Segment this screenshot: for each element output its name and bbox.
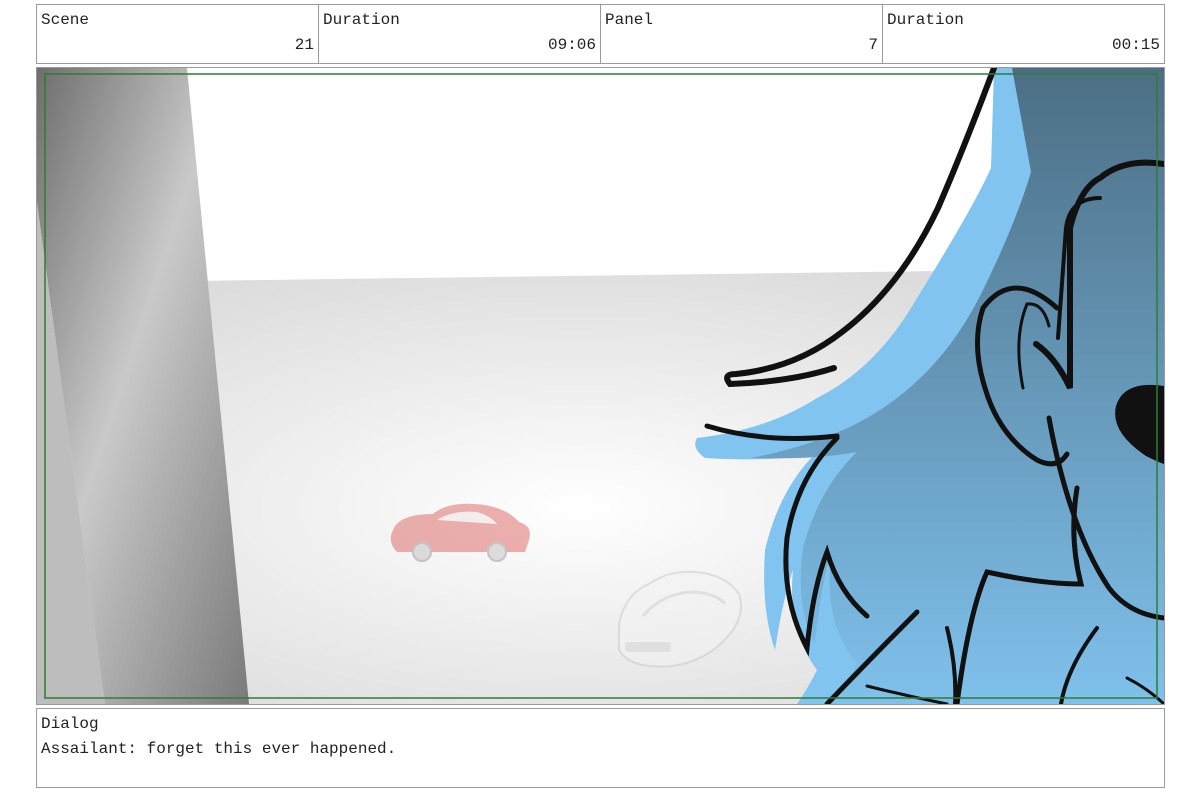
panel-header: Scene 21 Duration 09:06 Panel 7 Duration… <box>36 4 1165 64</box>
panel-cell: Panel 7 <box>601 5 883 63</box>
panel-artwork <box>37 68 1164 704</box>
panel-duration-value: 00:15 <box>1111 36 1160 54</box>
scene-duration-value: 09:06 <box>547 36 596 54</box>
scene-label: Scene <box>41 11 90 29</box>
panel-duration-cell: Duration 00:15 <box>883 5 1164 63</box>
scene-duration-label: Duration <box>323 11 400 29</box>
dialog-label: Dialog <box>41 715 99 733</box>
scene-duration-cell: Duration 09:06 <box>319 5 601 63</box>
panel-number: 7 <box>868 36 878 54</box>
scene-cell: Scene 21 <box>37 5 319 63</box>
panel-duration-label: Duration <box>887 11 964 29</box>
panel-label: Panel <box>605 11 654 29</box>
scene-number: 21 <box>294 36 314 54</box>
dialog-box: Dialog Assailant: forget this ever happe… <box>36 708 1165 788</box>
storyboard-panel-image <box>36 67 1165 705</box>
dialog-text: Assailant: forget this ever happened. <box>41 740 397 758</box>
